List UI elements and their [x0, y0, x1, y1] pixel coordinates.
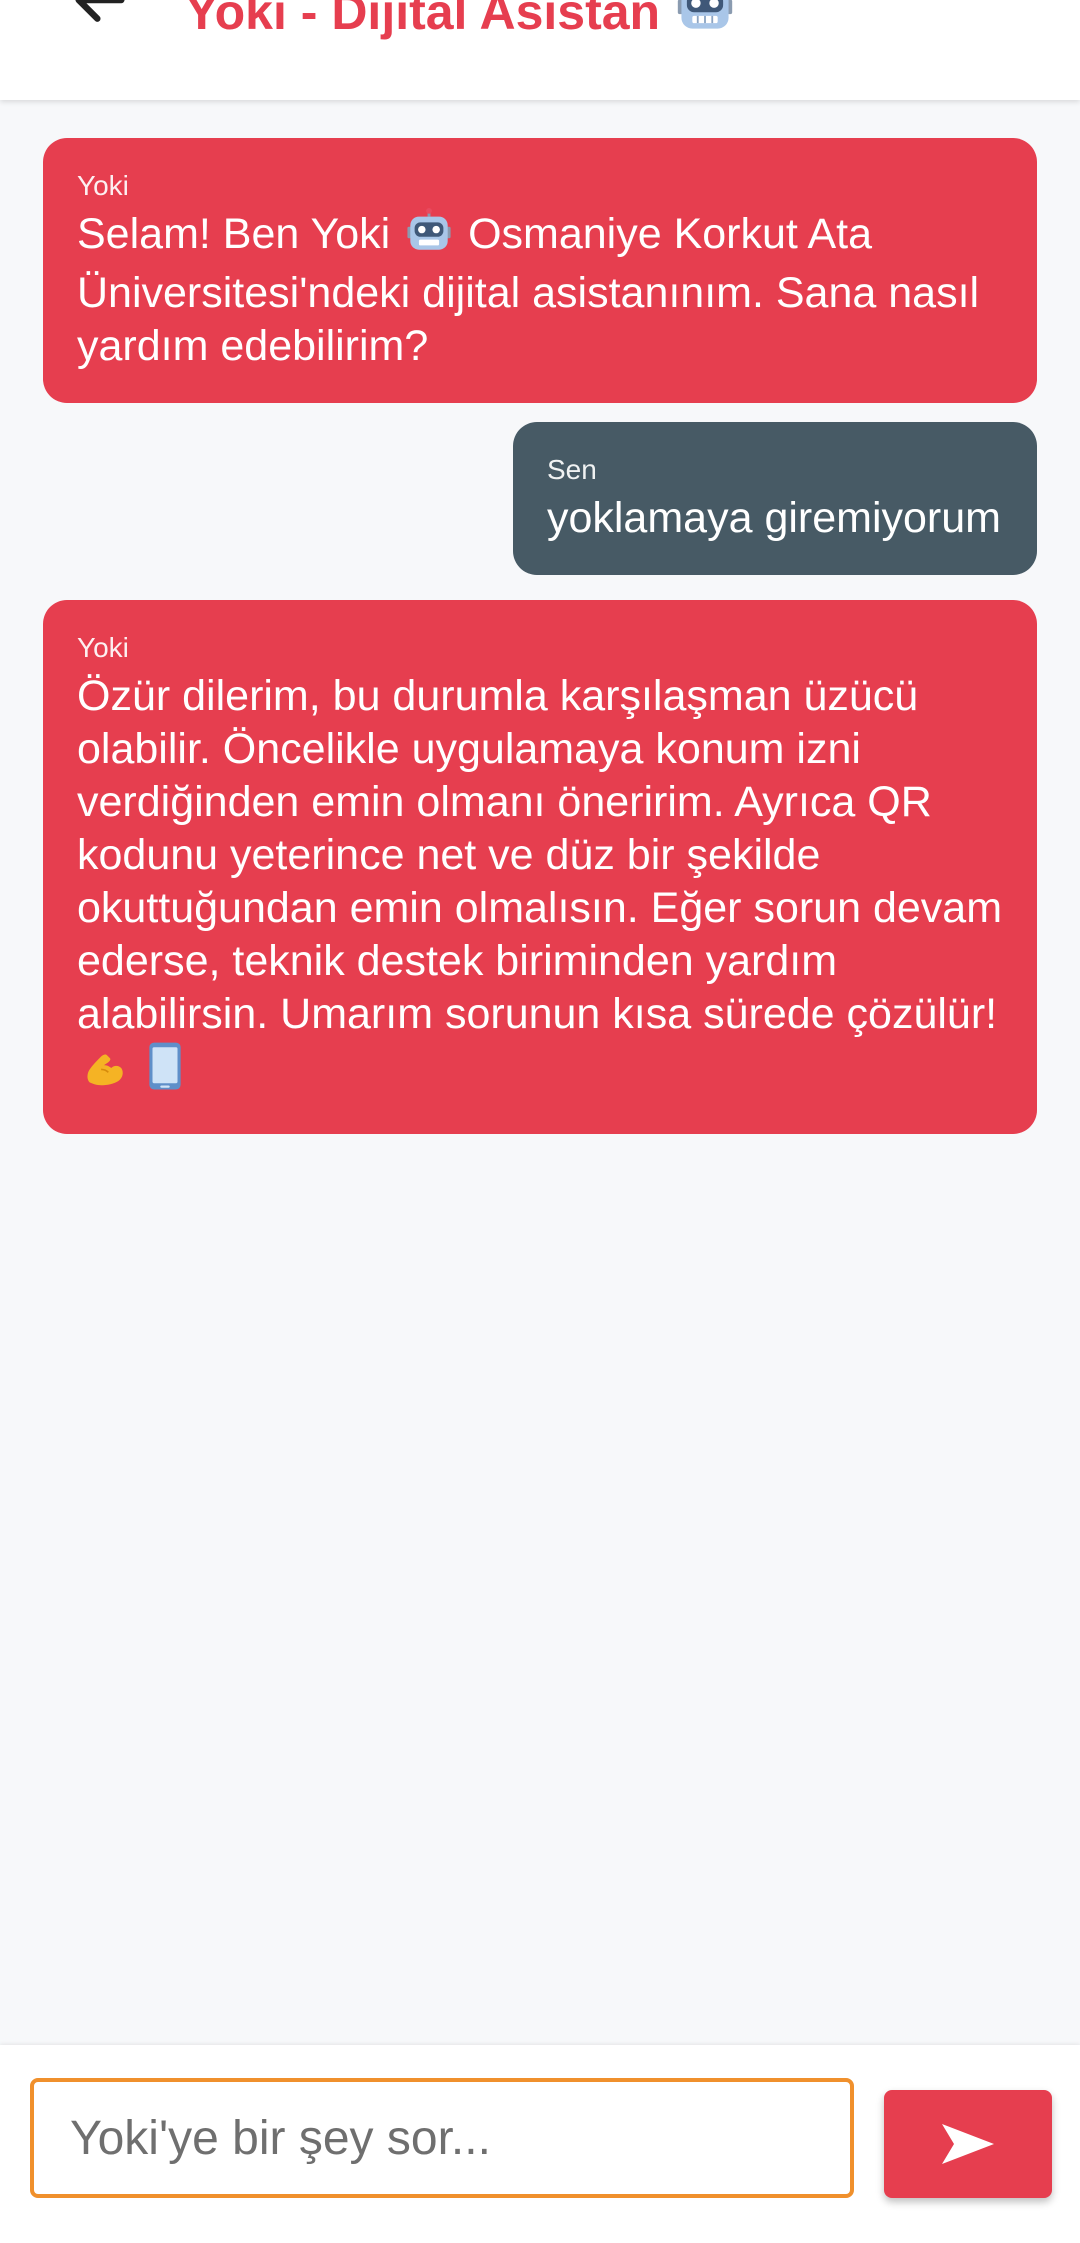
- chat-messages[interactable]: Yoki Selam! Ben Yoki Osmaniye Korkut Ata…: [0, 100, 1080, 2045]
- message-bubble-user: Sen yoklamaya giremiyorum: [512, 422, 1037, 575]
- send-arrow-icon: [942, 2124, 994, 2164]
- message-sender: Sen: [546, 454, 597, 485]
- message-bubble-bot: Yoki Selam! Ben Yoki Osmaniye Korkut Ata…: [43, 138, 1037, 403]
- back-button[interactable]: [60, 0, 140, 40]
- robot-icon: [676, 0, 734, 47]
- message-sender: Yoki: [77, 170, 129, 201]
- message-text: Özür dilerim, bu durumla karşılaşman üzü…: [77, 670, 1003, 1104]
- flexed-biceps-icon: [81, 1045, 127, 1104]
- message-text: Selam! Ben Yoki Osmaniye Korkut Ata Üniv…: [77, 208, 1003, 373]
- message-input[interactable]: [30, 2078, 854, 2198]
- message-bubble-bot: Yoki Özür dilerim, bu durumla karşılaşma…: [43, 600, 1037, 1134]
- send-button[interactable]: [884, 2090, 1052, 2198]
- message-text-part: Özür dilerim, bu durumla karşılaşman üzü…: [77, 672, 1003, 1038]
- message-text: yoklamaya giremiyorum: [546, 494, 1001, 542]
- message-text-part: Selam! Ben Yoki: [77, 210, 391, 258]
- chat-app: Yoki - Dijital Asistan Yoki Selam! Ben Y…: [0, 0, 1080, 2243]
- page-title: Yoki - Dijital Asistan: [185, 0, 734, 47]
- message-sender: Yoki: [77, 632, 129, 663]
- page-title-text: Yoki - Dijital Asistan: [185, 0, 661, 40]
- robot-icon: [406, 208, 452, 267]
- message-composer: [0, 2045, 1080, 2243]
- app-header: Yoki - Dijital Asistan: [0, 0, 1080, 100]
- arrow-left-icon: [75, 0, 125, 22]
- mobile-phone-icon: [147, 1041, 183, 1104]
